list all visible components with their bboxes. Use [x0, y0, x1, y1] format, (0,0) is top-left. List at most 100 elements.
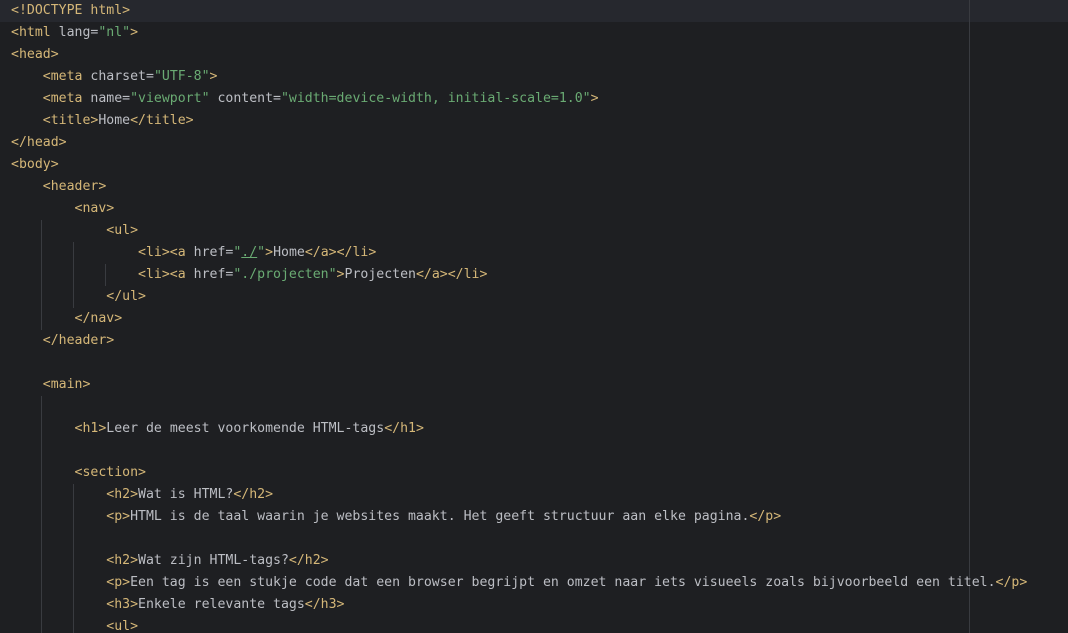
code-line[interactable]: [11, 528, 1027, 550]
code-token: "viewport": [130, 91, 210, 106]
code-token: href=: [193, 245, 234, 260]
code-line[interactable]: <li><a href="./projecten">Projecten</a><…: [11, 264, 1027, 286]
code-token: >: [336, 267, 345, 282]
code-token: </h3>: [304, 597, 345, 612]
code-line[interactable]: <h1>Leer de meest voorkomende HTML-tags<…: [11, 418, 1027, 440]
code-token: </a></li>: [415, 267, 488, 282]
code-token: <meta: [42, 69, 91, 84]
code-line[interactable]: <p>HTML is de taal waarin je websites ma…: [11, 506, 1027, 528]
code-token: <h2>: [106, 553, 139, 568]
code-line[interactable]: <meta name="viewport" content="width=dev…: [11, 88, 1027, 110]
code-token: >: [590, 91, 599, 106]
code-token: <html: [11, 25, 59, 40]
code-token: <h1>: [74, 421, 107, 436]
code-token: <p>: [106, 509, 131, 524]
code-token: <li><a: [138, 267, 194, 282]
code-line[interactable]: <main>: [11, 374, 1027, 396]
code-token: "nl": [98, 25, 131, 40]
code-line[interactable]: <!DOCTYPE html>: [11, 0, 1027, 22]
code-token: >: [265, 245, 274, 260]
code-token: Home: [98, 113, 131, 128]
code-token: name=: [90, 91, 131, 106]
code-token: </title>: [130, 113, 194, 128]
code-token: </h2>: [288, 553, 329, 568]
code-line[interactable]: <html lang="nl">: [11, 22, 1027, 44]
code-token: <title>: [42, 113, 99, 128]
code-token: >: [130, 25, 139, 40]
code-token: </p>: [749, 509, 782, 524]
code-token: <p>: [106, 575, 131, 590]
code-line[interactable]: <body>: [11, 154, 1027, 176]
code-line[interactable]: <li><a href="./">Home</a></li>: [11, 242, 1027, 264]
code-token: <ul>: [106, 223, 139, 238]
code-line[interactable]: <meta charset="UTF-8">: [11, 66, 1027, 88]
code-token: <body>: [11, 157, 59, 172]
code-token: Een tag is een stukje code dat een brows…: [130, 575, 996, 590]
code-line[interactable]: </header>: [11, 330, 1027, 352]
code-token: content=: [209, 91, 281, 106]
code-token: <li><a: [138, 245, 194, 260]
code-line[interactable]: <title>Home</title>: [11, 110, 1027, 132]
code-line[interactable]: [11, 440, 1027, 462]
code-line[interactable]: <h2>Wat is HTML?</h2>: [11, 484, 1027, 506]
code-line[interactable]: [11, 352, 1027, 374]
code-token: ": [257, 245, 266, 260]
code-token: Wat zijn HTML-tags?: [138, 553, 289, 568]
code-editor[interactable]: <!DOCTYPE html> <html lang="nl"> <head> <m…: [0, 0, 1068, 633]
code-token: <header>: [42, 179, 107, 194]
code-token: <meta: [42, 91, 91, 106]
code-line[interactable]: </ul>: [11, 286, 1027, 308]
code-token: </a></li>: [304, 245, 377, 260]
code-line[interactable]: <p>Een tag is een stukje code dat een br…: [11, 572, 1027, 594]
code-token: </ul>: [106, 289, 146, 304]
code-line[interactable]: <nav>: [11, 198, 1027, 220]
code-line[interactable]: </head>: [11, 132, 1027, 154]
code-token: >: [209, 69, 218, 84]
code-line[interactable]: </nav>: [11, 308, 1027, 330]
code-token: <nav>: [74, 201, 115, 216]
code-area[interactable]: <!DOCTYPE html> <html lang="nl"> <head> <m…: [11, 0, 1027, 633]
code-token: lang=: [58, 25, 99, 40]
code-token: Wat is HTML?: [138, 487, 234, 502]
code-line[interactable]: <ul>: [11, 616, 1027, 633]
code-line[interactable]: <h2>Wat zijn HTML-tags?</h2>: [11, 550, 1027, 572]
code-token: </head>: [11, 135, 67, 150]
code-line[interactable]: <ul>: [11, 220, 1027, 242]
code-token: <!DOCTYPE html>: [11, 3, 131, 18]
code-token: </p>: [995, 575, 1028, 590]
code-line[interactable]: <head>: [11, 44, 1027, 66]
code-token: Enkele relevante tags: [138, 597, 305, 612]
code-token: Leer de meest voorkomende HTML-tags: [106, 421, 385, 436]
code-token: ./: [241, 245, 258, 260]
code-token: </header>: [42, 333, 115, 348]
code-token: <h3>: [106, 597, 139, 612]
code-line[interactable]: <header>: [11, 176, 1027, 198]
code-token: charset=: [90, 69, 154, 84]
code-token: <h2>: [106, 487, 139, 502]
code-token: "UTF-8": [153, 69, 210, 84]
code-line[interactable]: <h3>Enkele relevante tags</h3>: [11, 594, 1027, 616]
code-line[interactable]: [11, 396, 1027, 418]
code-token: Projecten: [344, 267, 416, 282]
code-token: <head>: [11, 47, 59, 62]
code-token: "./projecten": [233, 267, 337, 282]
code-line[interactable]: <section>: [11, 462, 1027, 484]
code-token: </nav>: [74, 311, 123, 326]
